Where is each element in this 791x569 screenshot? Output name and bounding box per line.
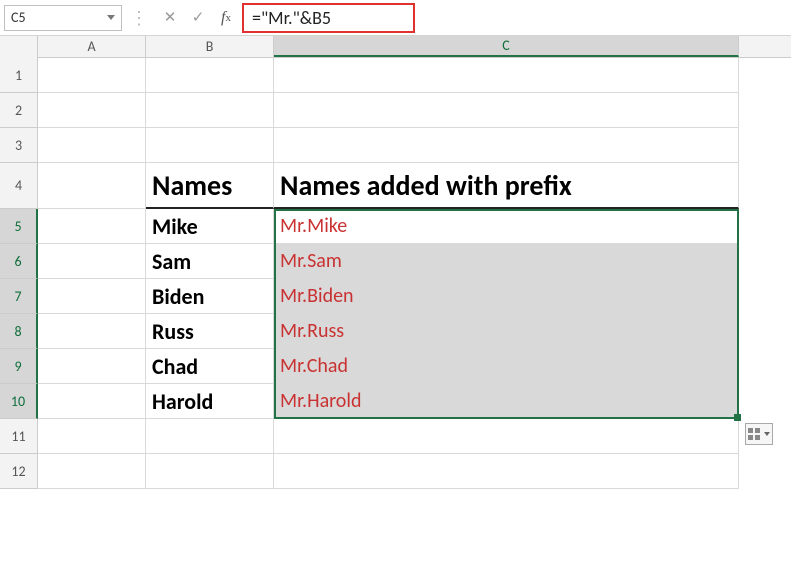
cell-B7[interactable]: Biden <box>146 279 274 314</box>
row-header-10[interactable]: 10 <box>0 384 38 419</box>
cell-A3[interactable] <box>38 128 146 163</box>
cell-C10[interactable]: Mr.Harold <box>274 384 739 419</box>
cell-A9[interactable] <box>38 349 146 384</box>
cell-B9[interactable]: Chad <box>146 349 274 384</box>
cell-B2[interactable] <box>146 93 274 128</box>
col-header-B[interactable]: B <box>146 36 274 57</box>
cell-B6[interactable]: Sam <box>146 244 274 279</box>
cell-C3[interactable] <box>274 128 739 163</box>
separator: ⋮ <box>122 7 156 29</box>
cell-B12[interactable] <box>146 454 274 489</box>
cell-B4[interactable]: Names <box>146 163 274 209</box>
cell-A12[interactable] <box>38 454 146 489</box>
autofill-options-button[interactable] <box>745 423 773 445</box>
cancel-icon[interactable]: ✕ <box>156 5 184 31</box>
cell-A4[interactable] <box>38 163 146 209</box>
cell-C4[interactable]: Names added with prefix <box>274 163 739 209</box>
cell-B1[interactable] <box>146 58 274 93</box>
cell-B8[interactable]: Russ <box>146 314 274 349</box>
row-header-6[interactable]: 6 <box>0 244 38 279</box>
cell-C11[interactable] <box>274 419 739 454</box>
cell-A11[interactable] <box>38 419 146 454</box>
row-header-11[interactable]: 11 <box>0 419 38 454</box>
cell-C6[interactable]: Mr.Sam <box>274 244 739 279</box>
row-header-9[interactable]: 9 <box>0 349 38 384</box>
cell-A1[interactable] <box>38 58 146 93</box>
name-box-value: C5 <box>11 9 26 26</box>
cell-C7[interactable]: Mr.Biden <box>274 279 739 314</box>
col-header-C[interactable]: C <box>274 36 739 57</box>
cell-A8[interactable] <box>38 314 146 349</box>
fx-icon[interactable]: fx <box>212 5 240 31</box>
cell-A2[interactable] <box>38 93 146 128</box>
select-all-corner[interactable] <box>0 36 38 58</box>
cell-A10[interactable] <box>38 384 146 419</box>
row-header-1[interactable]: 1 <box>0 58 38 93</box>
formula-bar: C5 ⋮ ✕ ✓ fx ="Mr."&B5 <box>0 0 791 36</box>
cell-C5[interactable]: Mr.Mike <box>274 209 739 244</box>
cell-C1[interactable] <box>274 58 739 93</box>
cell-A6[interactable] <box>38 244 146 279</box>
cell-C9[interactable]: Mr.Chad <box>274 349 739 384</box>
row-header-3[interactable]: 3 <box>0 128 38 163</box>
cell-B10[interactable]: Harold <box>146 384 274 419</box>
cell-A7[interactable] <box>38 279 146 314</box>
cell-B3[interactable] <box>146 128 274 163</box>
cell-A5[interactable] <box>38 209 146 244</box>
autofill-icon <box>748 428 760 440</box>
enter-icon[interactable]: ✓ <box>184 5 212 31</box>
name-box[interactable]: C5 <box>4 5 122 31</box>
cell-C12[interactable] <box>274 454 739 489</box>
row-header-12[interactable]: 12 <box>0 454 38 489</box>
formula-text: ="Mr."&B5 <box>252 7 331 29</box>
row-header-2[interactable]: 2 <box>0 93 38 128</box>
row-header-4[interactable]: 4 <box>0 163 38 209</box>
chevron-down-icon[interactable] <box>107 15 115 20</box>
col-header-A[interactable]: A <box>38 36 146 57</box>
spreadsheet-grid[interactable]: A B C 1 2 3 4 NamesNames added with prefi… <box>0 36 791 569</box>
row-header-5[interactable]: 5 <box>0 209 38 244</box>
column-headers: A B C <box>0 36 791 58</box>
row-header-8[interactable]: 8 <box>0 314 38 349</box>
cell-C2[interactable] <box>274 93 739 128</box>
formula-input[interactable]: ="Mr."&B5 <box>242 3 415 33</box>
cell-B11[interactable] <box>146 419 274 454</box>
row-header-7[interactable]: 7 <box>0 279 38 314</box>
cell-B5[interactable]: Mike <box>146 209 274 244</box>
cell-C8[interactable]: Mr.Russ <box>274 314 739 349</box>
